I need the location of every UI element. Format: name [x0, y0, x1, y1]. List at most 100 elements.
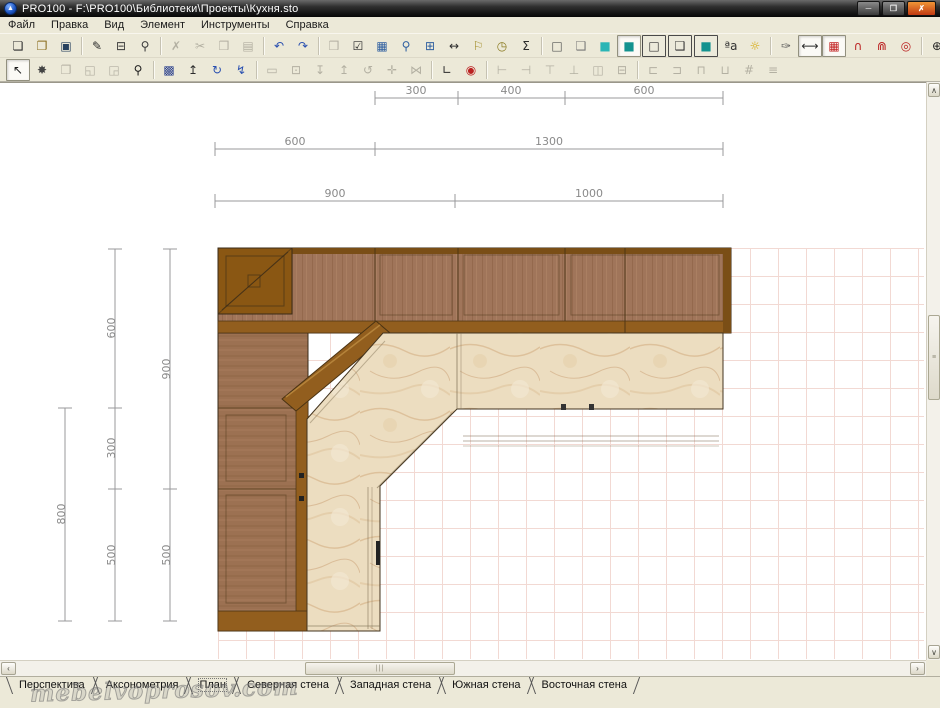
- scroll-down-button[interactable]: ∨: [928, 645, 940, 659]
- drawing-canvas[interactable]: 300 400 600 600 1300 900 1000 800 600 30…: [0, 82, 926, 660]
- tab-west-wall[interactable]: Западная стена: [337, 677, 444, 695]
- dim-label-900-bottom: 900: [325, 187, 346, 200]
- settings-button[interactable]: ☑: [346, 35, 370, 57]
- scroll-up-button[interactable]: ∧: [928, 83, 940, 97]
- distribute-right-button[interactable]: ⊐: [665, 59, 689, 81]
- restore-button[interactable]: ❐: [882, 1, 905, 16]
- rotate-tool-button[interactable]: ↻: [205, 59, 229, 81]
- vertical-scroll-thumb[interactable]: ≡: [928, 315, 940, 400]
- draw-tool-button[interactable]: ↯: [229, 59, 253, 81]
- structure-button[interactable]: ⊞: [418, 35, 442, 57]
- hints-button[interactable]: ⚐: [466, 35, 490, 57]
- open-button[interactable]: ❐: [30, 35, 54, 57]
- snap-selection-button[interactable]: ▩: [157, 59, 181, 81]
- print-preview-button[interactable]: ⚲: [133, 35, 157, 57]
- minimize-button[interactable]: ─: [857, 1, 880, 16]
- align-center-h-button[interactable]: ◫: [586, 59, 610, 81]
- distribute-h-button[interactable]: #: [737, 59, 761, 81]
- select-area-button[interactable]: ▭: [260, 59, 284, 81]
- antialias-text-button[interactable]: ªa: [719, 35, 743, 57]
- dimension-lines-button[interactable]: ⟷: [798, 35, 822, 57]
- undo-button[interactable]: ↶: [267, 35, 291, 57]
- report-button[interactable]: ▦: [370, 35, 394, 57]
- autosave-clock-button[interactable]: ◷: [490, 35, 514, 57]
- menu-view[interactable]: Вид: [96, 19, 132, 31]
- toolbar-separator: [150, 61, 157, 79]
- new-button[interactable]: ❏: [6, 35, 30, 57]
- cut-button[interactable]: ✂: [188, 35, 212, 57]
- close-button[interactable]: ✗: [907, 1, 936, 16]
- menu-help[interactable]: Справка: [278, 19, 337, 31]
- show-dimensions-button[interactable]: ↔: [442, 35, 466, 57]
- light-button[interactable]: ☼: [743, 35, 767, 57]
- select-area2-button[interactable]: ⊡: [284, 59, 308, 81]
- move-free-button[interactable]: ✛: [380, 59, 404, 81]
- scroll-left-button[interactable]: ‹: [1, 662, 16, 675]
- tab-east-wall[interactable]: Восточная стена: [529, 677, 640, 695]
- distribute-left-button[interactable]: ⊏: [641, 59, 665, 81]
- materials-button[interactable]: ✑: [774, 35, 798, 57]
- scroll-right-button[interactable]: ›: [910, 662, 925, 675]
- summary-button[interactable]: Σ: [514, 35, 538, 57]
- view-color-button[interactable]: ■: [593, 35, 617, 57]
- align-center-v-button[interactable]: ⊟: [610, 59, 634, 81]
- saw-tool-button[interactable]: ✸: [30, 59, 54, 81]
- object-properties-button[interactable]: ❒: [322, 35, 346, 57]
- page-setup-button[interactable]: ✎: [85, 35, 109, 57]
- edges-all-button[interactable]: □: [642, 35, 666, 57]
- align-bottom-button[interactable]: ⊥: [562, 59, 586, 81]
- solid-fill-button[interactable]: ■: [694, 35, 718, 57]
- move-down-button[interactable]: ↧: [308, 59, 332, 81]
- mirror-button[interactable]: ⋈: [404, 59, 428, 81]
- price-list-button[interactable]: ⚲: [394, 35, 418, 57]
- stretch-tool-button[interactable]: ◱: [78, 59, 102, 81]
- view-wireframe-button[interactable]: □: [545, 35, 569, 57]
- delete-button[interactable]: ✗: [164, 35, 188, 57]
- vertical-scrollbar[interactable]: ∧ ≡ ∨: [926, 82, 940, 660]
- clone-tool-button[interactable]: ❐: [54, 59, 78, 81]
- stretch2-tool-button[interactable]: ◲: [102, 59, 126, 81]
- kitchen-cabinets: [218, 248, 731, 631]
- horizontal-scroll-thumb[interactable]: |||: [305, 662, 455, 675]
- edges-visible-button[interactable]: ❑: [668, 35, 692, 57]
- kitchen-plan-view[interactable]: 300 400 600 600 1300 900 1000 800 600 30…: [0, 83, 926, 660]
- view-white-button[interactable]: ❑: [569, 35, 593, 57]
- zoom-tool-button[interactable]: ⚲: [126, 59, 150, 81]
- auto-center-button[interactable]: ◎: [894, 35, 918, 57]
- grid-button[interactable]: ▦: [822, 35, 846, 57]
- menu-edit[interactable]: Правка: [43, 19, 96, 31]
- snap-to-center-button[interactable]: ⋒: [870, 35, 894, 57]
- snap-button[interactable]: ∩: [846, 35, 870, 57]
- move-up-button[interactable]: ↥: [332, 59, 356, 81]
- tab-axonometry[interactable]: Аксонометрия: [93, 677, 192, 695]
- paste-button[interactable]: ▤: [236, 35, 260, 57]
- tab-perspective[interactable]: Перспектива: [6, 677, 98, 695]
- copy-button[interactable]: ❒: [212, 35, 236, 57]
- tab-north-wall[interactable]: Северная стена: [234, 677, 342, 695]
- align-top-button[interactable]: ⊤: [538, 59, 562, 81]
- horizontal-scrollbar[interactable]: ‹ ||| ›: [0, 660, 926, 676]
- menu-tools[interactable]: Инструменты: [193, 19, 278, 31]
- move-to-top-button[interactable]: ↥: [181, 59, 205, 81]
- tab-label: Перспектива: [19, 679, 85, 691]
- view-wireframe-icon: □: [551, 40, 562, 52]
- print-button[interactable]: ⊟: [109, 35, 133, 57]
- distribute-bottom-button[interactable]: ⊔: [713, 59, 737, 81]
- view-textured-button[interactable]: ■: [617, 35, 641, 57]
- corner-join-button[interactable]: ∟: [435, 59, 459, 81]
- tab-south-wall[interactable]: Южная стена: [439, 677, 533, 695]
- save-button[interactable]: ▣: [54, 35, 78, 57]
- distribute-top-button[interactable]: ⊓: [689, 59, 713, 81]
- move-free-icon: ✛: [387, 64, 397, 76]
- tab-plan[interactable]: План: [186, 677, 239, 695]
- align-left-button[interactable]: ⊢: [490, 59, 514, 81]
- distribute-v-button[interactable]: ≡: [761, 59, 785, 81]
- menu-file[interactable]: Файл: [0, 19, 43, 31]
- center-view-button[interactable]: ◉: [459, 59, 483, 81]
- align-right-button[interactable]: ⊣: [514, 59, 538, 81]
- select-tool-button[interactable]: ↖: [6, 59, 30, 81]
- zoom-in-button[interactable]: ⊕: [925, 35, 940, 57]
- menu-element[interactable]: Элемент: [132, 19, 193, 31]
- rotate-left-button[interactable]: ↺: [356, 59, 380, 81]
- redo-button[interactable]: ↷: [291, 35, 315, 57]
